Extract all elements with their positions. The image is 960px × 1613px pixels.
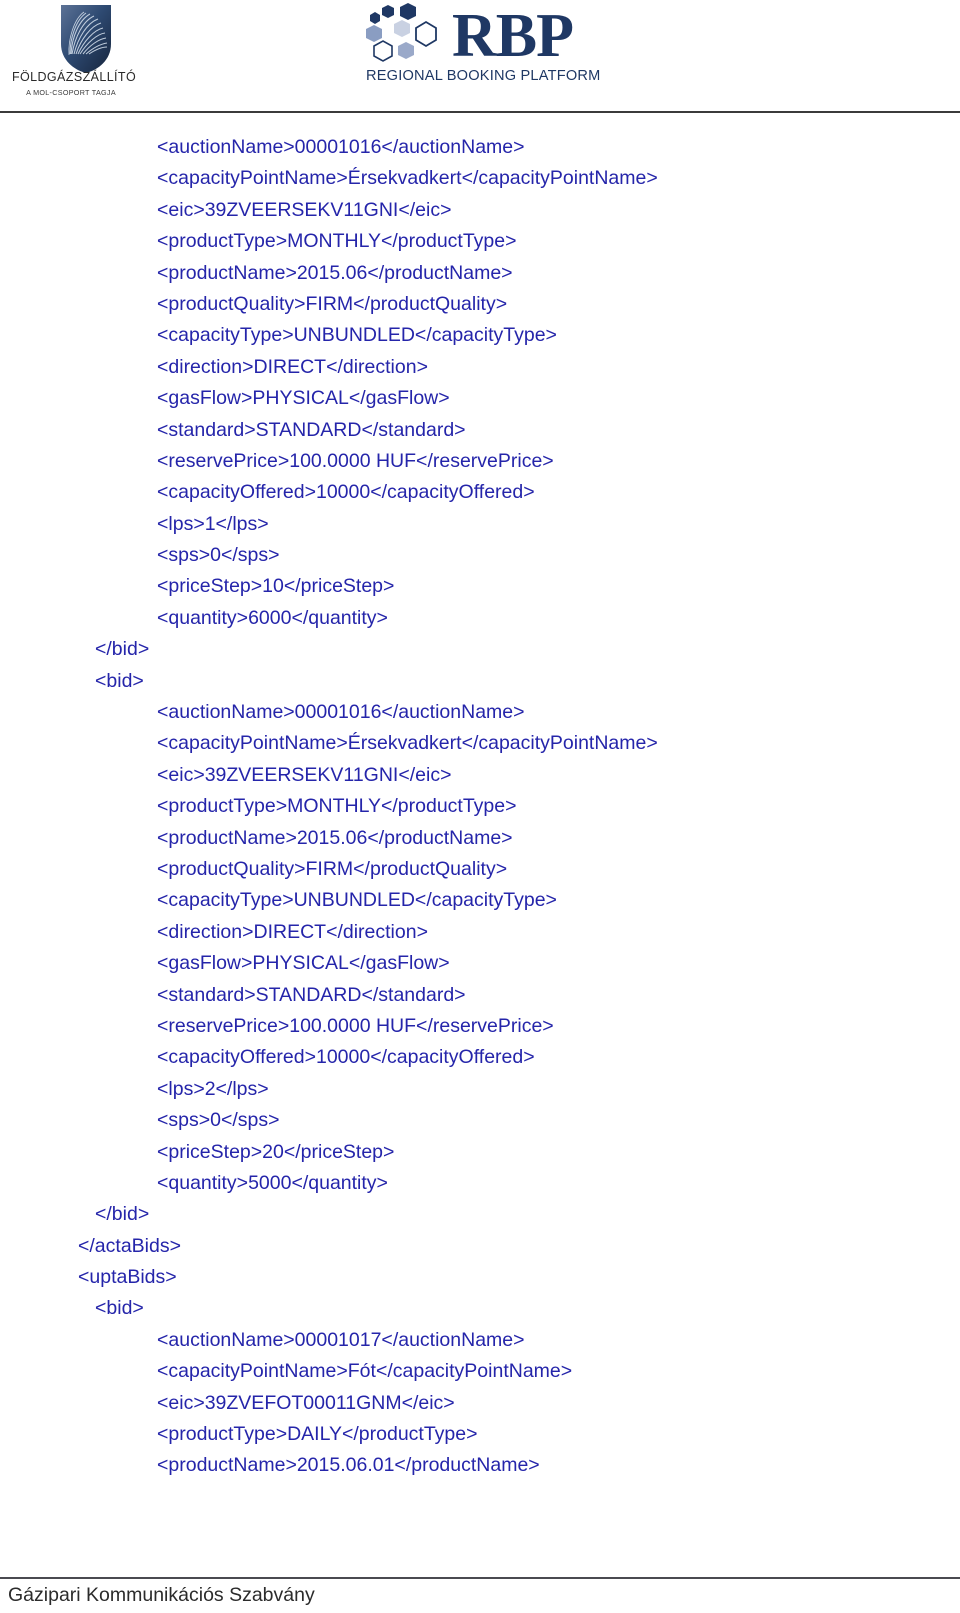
code-line: <lps>1</lps> <box>157 512 269 535</box>
code-line: <direction>DIRECT</direction> <box>157 920 428 943</box>
fgsz-logo-name: FÖLDGÁZSZÁLLÍTÓ <box>12 70 137 84</box>
code-line: <standard>STANDARD</standard> <box>157 418 466 441</box>
code-line: <capacityPointName>Érsekvadkert</capacit… <box>157 732 658 755</box>
code-line: <productType>MONTHLY</productType> <box>157 795 517 818</box>
footer-divider <box>0 1577 960 1579</box>
code-line: <capacityPointName>Érsekvadkert</capacit… <box>157 167 658 190</box>
code-line: </bid> <box>95 638 150 661</box>
code-line: <eic>39ZVEERSEKV11GNI</eic> <box>157 198 452 221</box>
code-line: <productName>2015.06</productName> <box>157 261 513 284</box>
code-line: <direction>DIRECT</direction> <box>157 355 428 378</box>
code-line: <quantity>6000</quantity> <box>157 606 388 629</box>
code-line: <capacityPointName>Fót</capacityPointNam… <box>157 1360 573 1383</box>
code-line: <gasFlow>PHYSICAL</gasFlow> <box>157 387 450 410</box>
code-line: <auctionName>00001016</auctionName> <box>157 701 525 724</box>
footer-text: Gázipari Kommunikációs Szabvány <box>8 1584 315 1606</box>
code-line: <capacityType>UNBUNDLED</capacityType> <box>157 324 557 347</box>
code-line: <sps>0</sps> <box>157 1109 280 1132</box>
code-line: <bid> <box>95 1297 144 1320</box>
code-line: </actaBids> <box>78 1234 181 1257</box>
code-line: <bid> <box>95 669 144 692</box>
code-line: <productType>DAILY</productType> <box>157 1423 478 1446</box>
page-header: FÖLDGÁZSZÁLLÍTÓ A MOL-CSOPORT TAGJA RBP … <box>0 0 960 113</box>
shield-fan-icon <box>60 4 112 74</box>
fgsz-logo: FÖLDGÁZSZÁLLÍTÓ A MOL-CSOPORT TAGJA <box>12 4 137 102</box>
code-line: <productQuality>FIRM</productQuality> <box>157 857 508 880</box>
code-line: </bid> <box>95 1203 150 1226</box>
code-line: <quantity>5000</quantity> <box>157 1171 388 1194</box>
rbp-logo-tagline: REGIONAL BOOKING PLATFORM <box>366 68 601 84</box>
code-line: <eic>39ZVEFOT00011GNM</eic> <box>157 1391 455 1414</box>
code-line: <reservePrice>100.0000 HUF</reservePrice… <box>157 449 554 472</box>
code-line: <uptaBids> <box>78 1266 177 1289</box>
code-line: <auctionName>00001017</auctionName> <box>157 1328 525 1351</box>
code-line: <sps>0</sps> <box>157 544 280 567</box>
code-line: <reservePrice>100.0000 HUF</reservePrice… <box>157 1014 554 1037</box>
code-line: <standard>STANDARD</standard> <box>157 983 466 1006</box>
code-line: <auctionName>00001016</auctionName> <box>157 136 525 158</box>
code-line: <capacityType>UNBUNDLED</capacityType> <box>157 889 557 912</box>
code-line: <productQuality>FIRM</productQuality> <box>157 292 508 315</box>
code-line: <priceStep>20</priceStep> <box>157 1140 395 1163</box>
rbp-logo-letters: RBP <box>452 2 574 70</box>
rbp-logo: RBP REGIONAL BOOKING PLATFORM <box>360 2 601 97</box>
document-page: FÖLDGÁZSZÁLLÍTÓ A MOL-CSOPORT TAGJA RBP … <box>0 0 960 1613</box>
hexagon-cluster-icon <box>366 3 437 62</box>
code-line: <gasFlow>PHYSICAL</gasFlow> <box>157 952 450 975</box>
code-line: <productName>2015.06</productName> <box>157 826 513 849</box>
code-line: <capacityOffered>10000</capacityOffered> <box>157 481 535 504</box>
fgsz-logo-subtitle: A MOL-CSOPORT TAGJA <box>26 88 116 97</box>
xml-code-block: <auctionName>00001016</auctionName> <capa… <box>0 132 960 1482</box>
code-line: <priceStep>10</priceStep> <box>157 575 395 598</box>
code-line: <productName>2015.06.01</productName> <box>157 1454 540 1477</box>
code-line: <lps>2</lps> <box>157 1077 269 1100</box>
header-divider <box>0 111 960 113</box>
code-line: <productType>MONTHLY</productType> <box>157 230 517 253</box>
code-line: <eic>39ZVEERSEKV11GNI</eic> <box>157 763 452 786</box>
code-line: <capacityOffered>10000</capacityOffered> <box>157 1046 535 1069</box>
